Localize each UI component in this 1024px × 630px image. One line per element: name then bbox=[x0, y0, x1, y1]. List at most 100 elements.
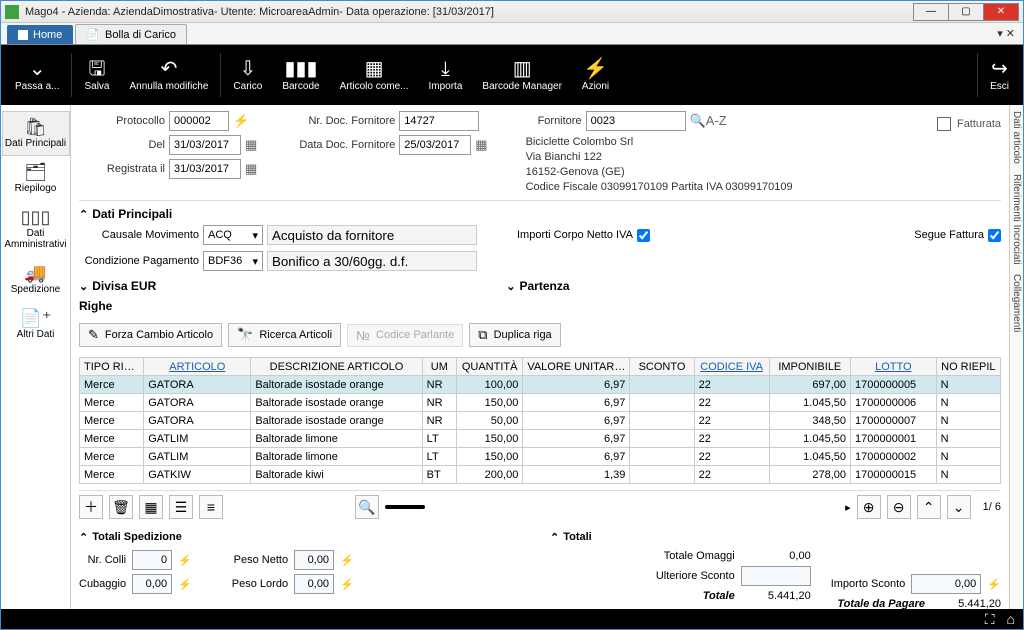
bolt-icon[interactable]: ⚡ bbox=[178, 578, 192, 591]
pesonetto-input[interactable] bbox=[294, 550, 334, 570]
rows-grid[interactable]: TIPO RIGA ARTICOLO DESCRIZIONE ARTICOLO … bbox=[79, 357, 1001, 484]
col-um[interactable]: UM bbox=[422, 358, 456, 376]
row-down-button[interactable]: ⌄ bbox=[947, 495, 971, 519]
table-row[interactable]: MerceGATLIMBaltorade limoneLT150,006,972… bbox=[80, 448, 1001, 466]
ulteriore-input[interactable] bbox=[741, 566, 811, 586]
ribbon-articolo[interactable]: ▦Articolo come... bbox=[330, 55, 419, 96]
list-view-button[interactable]: ≡ bbox=[199, 495, 223, 519]
delete-row-button[interactable]: 🗑 bbox=[109, 495, 133, 519]
pencil-icon: ✎ bbox=[88, 327, 99, 343]
col-lotto[interactable]: LOTTO bbox=[851, 358, 937, 376]
chevron-down-icon: ▾ bbox=[252, 255, 258, 268]
col-sconto[interactable]: SCONTO bbox=[630, 358, 694, 376]
search-grid-button[interactable]: 🔍 bbox=[355, 495, 379, 519]
ribbon-salva[interactable]: 🖫Salva bbox=[74, 55, 119, 96]
registrata-input[interactable] bbox=[169, 159, 241, 179]
home-footer-icon[interactable]: ⌂ bbox=[1007, 611, 1015, 627]
sidebar-item-altri-dati[interactable]: 📄⁺Altri Dati bbox=[2, 302, 70, 347]
importo-sconto-input[interactable] bbox=[911, 574, 981, 594]
calendar-icon[interactable]: ▦ bbox=[245, 137, 257, 153]
forza-cambio-articolo-button[interactable]: ✎Forza Cambio Articolo bbox=[79, 323, 222, 347]
bolt-icon[interactable]: ⚡ bbox=[340, 554, 354, 567]
ribbon-carico[interactable]: ⇩Carico bbox=[223, 55, 272, 96]
col-codice-iva[interactable]: CODICE IVA bbox=[694, 358, 769, 376]
col-articolo[interactable]: ARTICOLO bbox=[144, 358, 251, 376]
condizione-desc bbox=[267, 251, 477, 271]
section-totali-spedizione[interactable]: ⌃Totali Spedizione bbox=[79, 529, 530, 546]
table-row[interactable]: MerceGATLIMBaltorade limoneLT150,006,972… bbox=[80, 430, 1001, 448]
col-quantita[interactable]: QUANTITÀ bbox=[456, 358, 522, 376]
calendar-icon[interactable]: ▦ bbox=[245, 161, 257, 177]
bolt-icon[interactable]: ⚡ bbox=[178, 554, 192, 567]
invoice-status-icon bbox=[937, 117, 951, 131]
slider-icon[interactable] bbox=[385, 505, 425, 509]
bolt-icon[interactable]: ⚡ bbox=[233, 113, 249, 129]
bolt-icon[interactable]: ⚡ bbox=[340, 578, 354, 591]
col-imponibile[interactable]: IMPONIBILE bbox=[769, 358, 850, 376]
tab-close-icon[interactable]: ▾ ✕ bbox=[997, 27, 1015, 40]
ribbon-azioni[interactable]: ⚡Azioni bbox=[572, 55, 619, 96]
grid-view-button[interactable]: ▦ bbox=[139, 495, 163, 519]
zoom-out-button[interactable]: ⊖ bbox=[887, 495, 911, 519]
causale-dropdown[interactable]: ACQ▾ bbox=[203, 225, 263, 245]
rtab-dati-articolo[interactable]: Dati articolo bbox=[1011, 111, 1022, 164]
section-totali[interactable]: ⌃Totali bbox=[550, 529, 1001, 546]
pesolordo-input[interactable] bbox=[294, 574, 334, 594]
tab-document[interactable]: 📄Bolla di Carico bbox=[75, 24, 187, 44]
protocollo-input[interactable] bbox=[169, 111, 229, 131]
calendar-icon[interactable]: ▦ bbox=[475, 137, 487, 153]
minimize-button[interactable]: — bbox=[913, 3, 949, 21]
importi-netto-iva[interactable]: Importi Corpo Netto IVA bbox=[517, 229, 650, 242]
tab-home[interactable]: Home bbox=[7, 25, 73, 44]
rtab-collegamenti[interactable]: Collegamenti bbox=[1011, 274, 1022, 332]
table-row[interactable]: MerceGATORABaltorade isostade orangeNR50… bbox=[80, 412, 1001, 430]
add-row-button[interactable]: ＋ bbox=[79, 495, 103, 519]
sidebar: 🛍Dati Principali 🗂Riepilogo ▯▯▯Dati Ammi… bbox=[1, 105, 71, 609]
ribbon-barcode[interactable]: ▮▮▮Barcode bbox=[272, 55, 329, 96]
close-button[interactable]: ✕ bbox=[983, 3, 1019, 21]
ribbon-annulla[interactable]: ↶Annulla modifiche bbox=[119, 55, 218, 96]
bolt-icon[interactable]: ⚡ bbox=[987, 578, 1001, 591]
nrdoc-input[interactable] bbox=[399, 111, 479, 131]
sidebar-item-riepilogo[interactable]: 🗂Riepilogo bbox=[2, 156, 70, 201]
rtab-riferimenti[interactable]: Riferimenti Incrociati bbox=[1011, 174, 1022, 265]
sidebar-item-dati-principali[interactable]: 🛍Dati Principali bbox=[2, 111, 70, 156]
undo-icon: ↶ bbox=[161, 59, 178, 79]
row-up-button[interactable]: ⌃ bbox=[917, 495, 941, 519]
lookup-icon[interactable]: 🔍A-Z bbox=[690, 113, 727, 129]
cubaggio-input[interactable] bbox=[132, 574, 172, 594]
section-dati-principali[interactable]: ⌃Dati Principali bbox=[79, 207, 1001, 221]
table-row[interactable]: MerceGATKIWBaltorade kiwiBT200,001,39222… bbox=[80, 466, 1001, 484]
col-no-riepil[interactable]: NO RIEPIL bbox=[936, 358, 1000, 376]
col-descrizione[interactable]: DESCRIZIONE ARTICOLO bbox=[251, 358, 422, 376]
ribbon-importa[interactable]: ⤓Importa bbox=[419, 55, 473, 96]
ribbon-barcode-manager[interactable]: ▥Barcode Manager bbox=[472, 55, 572, 96]
sidebar-item-spedizione[interactable]: 🚚Spedizione bbox=[2, 257, 70, 302]
nrcolli-input[interactable] bbox=[132, 550, 172, 570]
col-tipo[interactable]: TIPO RIGA bbox=[80, 358, 144, 376]
duplica-riga-button[interactable]: ⧉Duplica riga bbox=[469, 323, 560, 347]
datadoc-input[interactable] bbox=[399, 135, 471, 155]
sidebar-item-dati-amministrativi[interactable]: ▯▯▯Dati Amministrativi bbox=[2, 201, 70, 257]
table-row[interactable]: MerceGATORABaltorade isostade orangeNR10… bbox=[80, 376, 1001, 394]
resize-icon[interactable]: ⛶ bbox=[985, 611, 995, 628]
section-divisa[interactable]: ⌄Divisa EUR bbox=[79, 279, 156, 293]
condizione-dropdown[interactable]: BDF36▾ bbox=[203, 251, 263, 271]
fornitore-input[interactable] bbox=[586, 111, 686, 131]
segue-fattura[interactable]: Segue Fattura bbox=[914, 229, 1001, 242]
grid-header-row: TIPO RIGA ARTICOLO DESCRIZIONE ARTICOLO … bbox=[80, 358, 1001, 376]
scroll-right-icon[interactable]: ▸ bbox=[845, 501, 851, 514]
form-view-button[interactable]: ☰ bbox=[169, 495, 193, 519]
table-row[interactable]: MerceGATORABaltorade isostade orangeNR15… bbox=[80, 394, 1001, 412]
ribbon-esci[interactable]: ↪Esci bbox=[980, 55, 1019, 96]
import-icon: ⤓ bbox=[441, 59, 450, 79]
section-partenza[interactable]: ⌄Partenza bbox=[506, 279, 569, 293]
tab-home-label: Home bbox=[33, 29, 62, 41]
del-input[interactable] bbox=[169, 135, 241, 155]
ricerca-articoli-button[interactable]: 🔭Ricerca Articoli bbox=[228, 323, 341, 347]
zoom-in-button[interactable]: ⊕ bbox=[857, 495, 881, 519]
col-valore-unitario[interactable]: VALORE UNITARIO bbox=[523, 358, 630, 376]
cubaggio-label: Cubaggio bbox=[79, 578, 126, 590]
ribbon-passa[interactable]: ⌄Passa a... bbox=[5, 55, 69, 96]
maximize-button[interactable]: ▢ bbox=[948, 3, 984, 21]
